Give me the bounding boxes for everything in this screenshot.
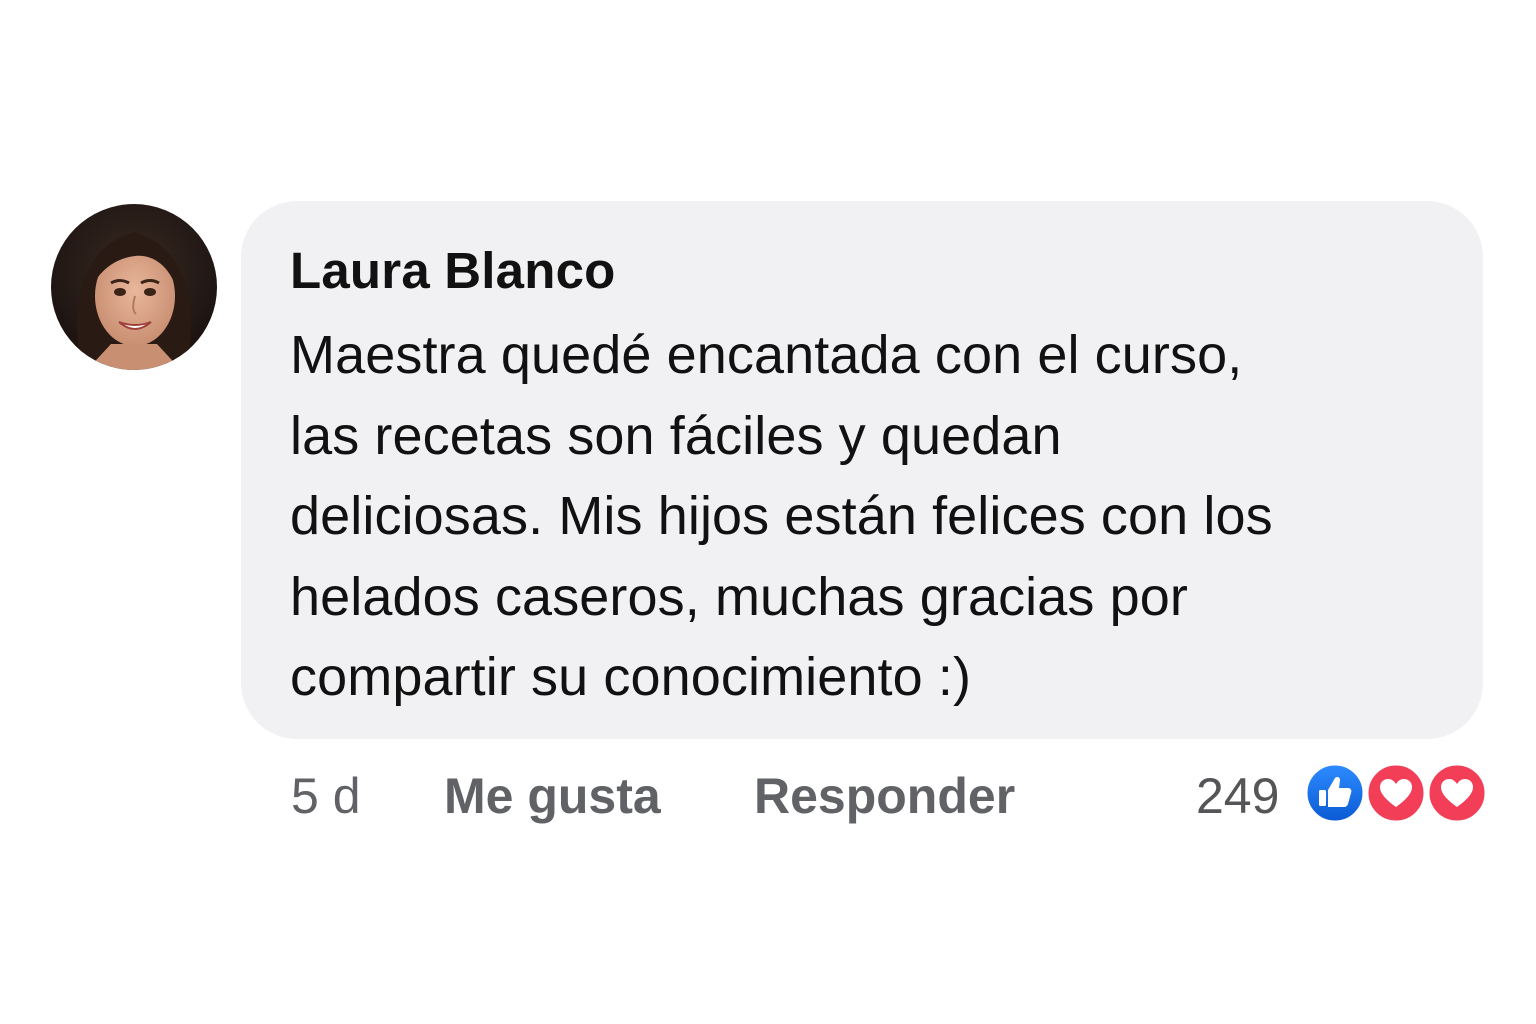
avatar-photo xyxy=(51,204,217,370)
like-icon xyxy=(1304,762,1366,824)
comment-timestamp[interactable]: 5 d xyxy=(291,766,361,826)
comment-author[interactable]: Laura Blanco xyxy=(290,239,1443,303)
avatar[interactable] xyxy=(51,204,217,370)
love-icon xyxy=(1426,762,1488,824)
reaction-summary[interactable] xyxy=(1304,762,1488,826)
comment-text: Maestra quedé encantada con el curso, la… xyxy=(290,325,1273,707)
reaction-count[interactable]: 249 xyxy=(1196,766,1279,826)
comment-view: Laura Blanco Maestra quedé encantada con… xyxy=(0,0,1536,1024)
reply-button[interactable]: Responder xyxy=(754,766,1015,826)
like-button[interactable]: Me gusta xyxy=(444,766,661,826)
comment-bubble: Laura Blanco Maestra quedé encantada con… xyxy=(241,201,1483,739)
comment-actions: 5 d Me gusta Responder 249 xyxy=(0,762,1536,830)
love-icon xyxy=(1365,762,1427,824)
